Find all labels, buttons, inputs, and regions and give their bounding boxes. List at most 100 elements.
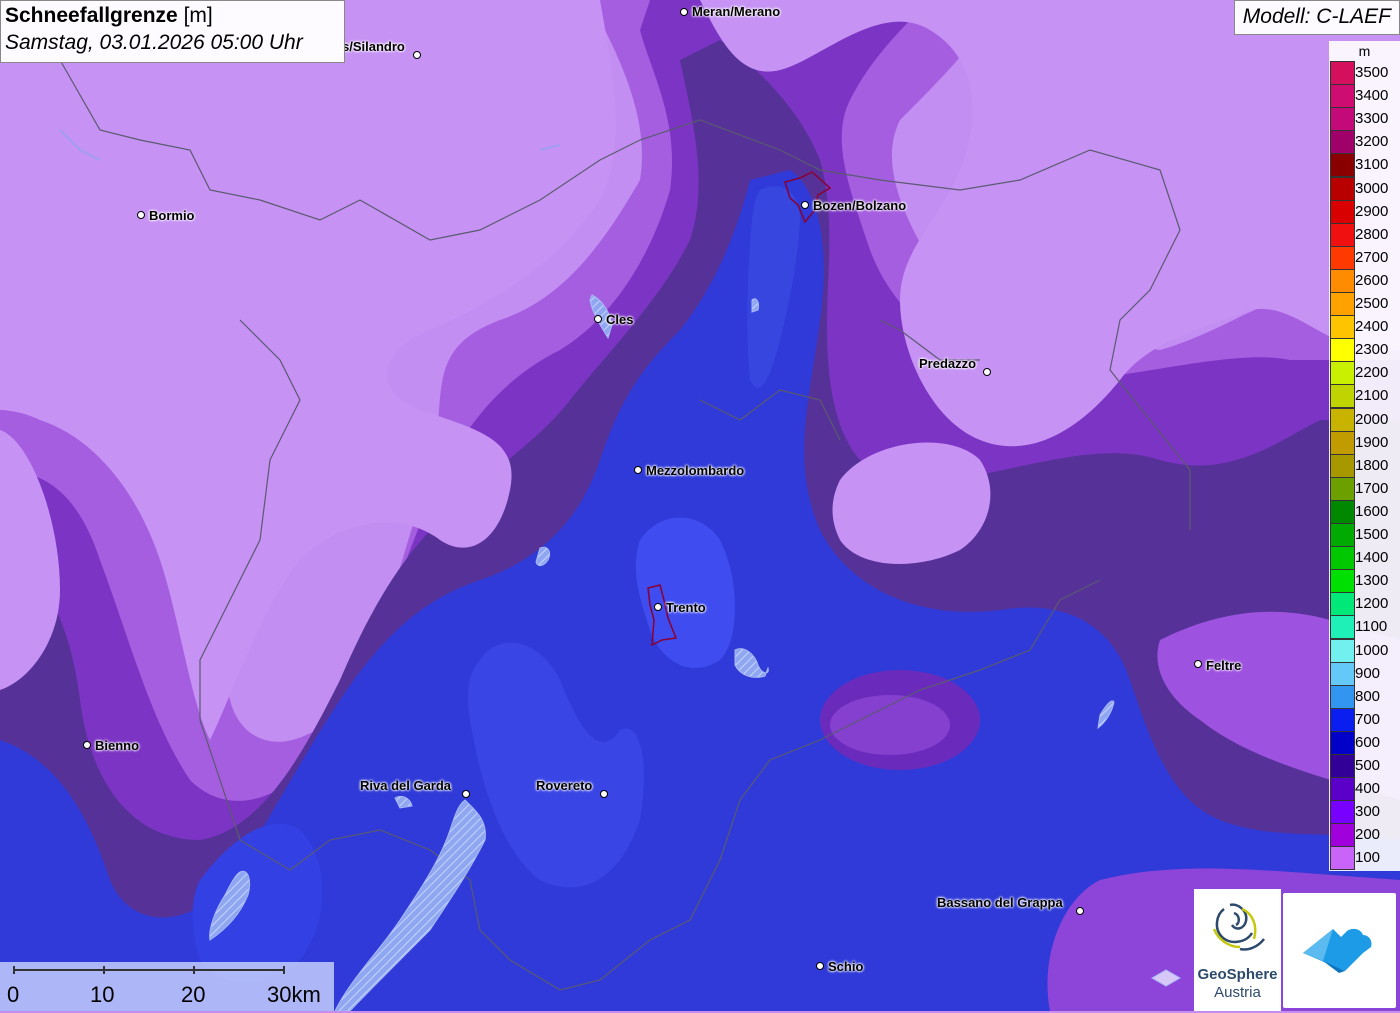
legend-swatch	[1330, 292, 1355, 317]
legend-swatch	[1330, 84, 1355, 109]
legend-label: 900	[1355, 664, 1381, 682]
legend-swatch	[1330, 61, 1355, 86]
lake-small-4	[751, 298, 759, 313]
place-dot	[594, 315, 602, 323]
legend-label: 3400	[1355, 87, 1389, 105]
legend-label: 2400	[1355, 318, 1389, 336]
legend-swatch	[1330, 199, 1355, 224]
place-dot	[600, 790, 608, 798]
place-dot	[1194, 660, 1202, 668]
place-label: Predazzo	[919, 356, 977, 371]
legend-label: 400	[1355, 780, 1381, 798]
legend-label: 300	[1355, 803, 1381, 821]
geosphere-logo[interactable]: GeoSphere Austria	[1194, 889, 1281, 1011]
legend-swatch	[1330, 268, 1355, 293]
legend-swatch	[1330, 476, 1355, 501]
legend-label: 2200	[1355, 364, 1389, 382]
legend-label: 2500	[1355, 295, 1389, 312]
legend-label: 3200	[1355, 133, 1389, 151]
map-title-name: Schneefallgrenze	[5, 4, 178, 27]
legend-swatch	[1330, 176, 1355, 201]
legend-swatch	[1330, 823, 1355, 848]
legend-swatch	[1330, 546, 1355, 571]
scale-label: 30km	[267, 982, 321, 1007]
map-title-box: Schneefallgrenze [m] Samstag, 03.01.2026…	[0, 0, 345, 63]
place-dot	[816, 962, 824, 970]
place-dot	[634, 466, 642, 474]
legend-label: 2100	[1355, 387, 1389, 405]
legend-swatch	[1330, 107, 1355, 132]
legend-label: 1600	[1355, 502, 1389, 520]
place-dot	[413, 51, 421, 59]
legend-label: 2900	[1355, 202, 1389, 220]
map-datetime: Samstag, 03.01.2026 05:00 Uhr	[5, 31, 303, 54]
legend-swatch	[1330, 453, 1355, 478]
legend-label: 2800	[1355, 225, 1389, 243]
legend-label: 3000	[1355, 179, 1389, 197]
legend-swatch	[1330, 245, 1355, 270]
place-label: Feltre	[1206, 658, 1242, 673]
legend-swatch	[1330, 222, 1355, 247]
app-logo[interactable]	[1283, 893, 1396, 1008]
legend-swatch	[1330, 407, 1355, 432]
legend-label: 2300	[1355, 341, 1389, 359]
legend-label: 600	[1355, 733, 1381, 751]
legend-swatch	[1330, 384, 1355, 409]
place-dot	[680, 8, 688, 16]
geosphere-logo-name: GeoSphere	[1197, 966, 1278, 983]
legend-label: 3500	[1355, 64, 1389, 81]
place-label: Bassano del Grappa	[937, 895, 1063, 910]
scale-label: 20	[181, 982, 206, 1007]
place-dot	[983, 368, 991, 376]
legend-swatch	[1330, 777, 1355, 802]
app-logo-icon	[1303, 928, 1372, 973]
legend-swatch	[1330, 592, 1355, 617]
legend-label: 1800	[1355, 456, 1389, 474]
color-legend: m 3500 3400 3300 3200 3100 3000 2900 2800 2700 26…	[1329, 41, 1400, 871]
legend-swatch	[1330, 153, 1355, 178]
legend-label: 200	[1355, 826, 1381, 844]
legend-swatch	[1330, 499, 1355, 524]
place-dot	[83, 741, 91, 749]
zone-high-pocket-east-inner	[830, 695, 950, 755]
legend-label: 2700	[1355, 248, 1389, 266]
place-label: s/Silandro	[342, 39, 405, 54]
place-dot	[801, 201, 809, 209]
geosphere-logo-icon	[1212, 903, 1265, 951]
legend-swatch	[1330, 130, 1355, 155]
place-label: Meran/Merano	[692, 4, 781, 19]
legend-swatch	[1330, 615, 1355, 640]
scale-label: 0	[7, 982, 20, 1007]
legend-swatch	[1330, 800, 1355, 825]
legend-swatch	[1330, 430, 1355, 455]
legend-label: 2600	[1355, 271, 1389, 289]
legend-swatch	[1330, 569, 1355, 594]
legend-swatch	[1330, 730, 1355, 755]
place-label: Rovereto	[536, 778, 593, 793]
legend-label: 800	[1355, 687, 1381, 705]
place-dot	[654, 603, 662, 611]
place-label: Schio	[828, 959, 864, 974]
place-label: Riva del Garda	[360, 778, 452, 793]
legend-label: 1100	[1355, 618, 1388, 636]
legend-label: 3100	[1355, 156, 1389, 174]
legend-swatch	[1330, 338, 1355, 363]
legend-label: 700	[1355, 710, 1381, 728]
place-label: Bozen/Bolzano	[813, 198, 907, 213]
legend-swatch	[1330, 754, 1355, 779]
legend-unit: m	[1358, 43, 1371, 59]
legend-swatch	[1330, 523, 1355, 548]
place-dot	[1076, 907, 1084, 915]
geosphere-logo-sub: Austria	[1214, 984, 1261, 1001]
legend-label: 3300	[1355, 110, 1389, 128]
place-label: Bienno	[95, 738, 140, 753]
scale-bar: 0 10 20 30km	[0, 962, 334, 1011]
legend-swatch	[1330, 846, 1355, 871]
legend-label: 1300	[1355, 572, 1389, 590]
legend-label: 100	[1355, 849, 1381, 867]
map-title-unit: [m]	[183, 4, 213, 27]
legend-label: 2000	[1355, 410, 1389, 428]
snowline-map[interactable]	[0, 0, 1400, 1011]
legend-swatch	[1330, 638, 1355, 663]
legend-swatch	[1330, 661, 1355, 686]
